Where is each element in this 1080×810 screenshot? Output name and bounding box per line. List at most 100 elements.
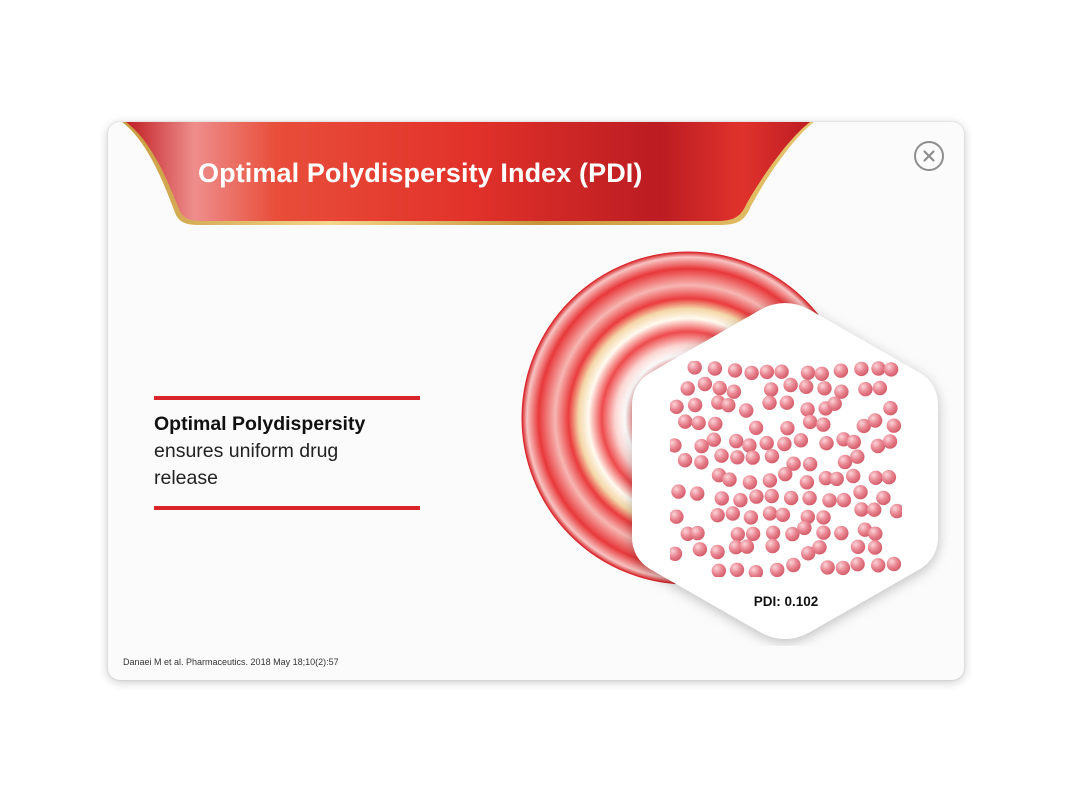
particle-distribution <box>670 361 902 577</box>
particle <box>745 526 761 542</box>
particle <box>783 377 798 393</box>
particle <box>764 488 779 504</box>
particle <box>829 471 844 487</box>
particle <box>765 538 780 554</box>
particle <box>730 527 745 542</box>
particle <box>854 502 869 517</box>
particle <box>733 493 748 508</box>
particle <box>802 414 818 430</box>
particle <box>858 382 873 397</box>
particle <box>707 361 723 376</box>
page: Optimal Polydispersity Index (PDI) Optim… <box>0 0 1080 810</box>
particle <box>714 448 729 463</box>
particle <box>690 486 705 501</box>
particle <box>802 456 818 472</box>
particle <box>694 438 709 454</box>
particle <box>882 434 898 449</box>
particle <box>820 560 835 575</box>
particle <box>835 560 851 576</box>
particle <box>816 417 831 432</box>
particle <box>710 544 725 560</box>
particle <box>742 475 758 490</box>
particle <box>722 472 737 487</box>
particle <box>883 362 899 377</box>
particle <box>872 380 888 396</box>
particle <box>687 397 703 413</box>
particle <box>837 454 853 470</box>
page-title: Optimal Polydispersity Index (PDI) <box>198 158 643 188</box>
particle <box>846 468 861 484</box>
particle <box>725 506 740 521</box>
callout-text: Optimal Polydispersity ensures uniform d… <box>154 400 420 506</box>
particle <box>871 558 886 573</box>
particle <box>816 525 831 540</box>
particle <box>883 401 898 416</box>
particle <box>800 402 815 417</box>
particle <box>886 418 902 433</box>
particle <box>708 416 723 432</box>
particle <box>799 475 815 490</box>
particle <box>729 562 745 577</box>
particle <box>748 565 764 577</box>
particle <box>710 508 725 523</box>
particle <box>749 489 764 504</box>
particle <box>779 395 795 410</box>
particle <box>833 363 849 378</box>
particle <box>797 520 812 536</box>
particle <box>786 557 801 573</box>
particle <box>714 491 729 506</box>
particle <box>748 420 764 435</box>
close-icon <box>923 150 935 162</box>
particle <box>743 510 759 525</box>
particle <box>778 466 793 482</box>
particle <box>850 449 865 464</box>
particle <box>680 381 695 396</box>
particle <box>762 395 777 410</box>
particle <box>687 361 702 375</box>
callout-line-3: release <box>154 467 218 489</box>
particle <box>822 493 837 508</box>
particle <box>867 502 882 517</box>
pdi-value-label: PDI: 0.102 <box>753 594 819 609</box>
particle <box>886 556 902 572</box>
particle <box>868 526 883 541</box>
particle <box>827 396 842 411</box>
particle <box>774 364 789 379</box>
particle <box>765 525 781 540</box>
particle <box>759 435 774 451</box>
particle <box>711 563 726 577</box>
citation: Danaei M et al. Pharmaceutics. 2018 May … <box>123 657 339 667</box>
particle <box>881 470 897 485</box>
particle <box>729 433 744 449</box>
modal-card: Optimal Polydispersity Index (PDI) Optim… <box>108 122 964 680</box>
particle <box>876 490 891 506</box>
particle <box>670 438 682 453</box>
particle <box>867 540 883 555</box>
particle <box>712 380 727 396</box>
particle <box>727 363 743 378</box>
particle <box>850 557 865 572</box>
particle <box>726 384 742 399</box>
particle <box>867 413 883 428</box>
close-button[interactable] <box>914 141 944 171</box>
particle-distribution-panel <box>670 361 902 577</box>
particle <box>721 398 736 413</box>
particle <box>775 507 791 522</box>
particle <box>764 449 780 464</box>
callout-line-2: ensures uniform drug <box>154 440 339 462</box>
particle <box>816 510 831 525</box>
particle <box>793 433 809 448</box>
particle <box>814 366 829 381</box>
particle <box>706 432 721 447</box>
particle <box>670 509 684 524</box>
particle <box>690 525 705 541</box>
particle <box>730 450 745 465</box>
particle <box>799 379 814 394</box>
particle <box>762 473 778 488</box>
particle <box>777 436 792 452</box>
particle <box>745 450 760 465</box>
particle <box>692 542 708 557</box>
particle <box>744 365 759 381</box>
particle <box>739 539 755 554</box>
particle <box>762 506 778 521</box>
